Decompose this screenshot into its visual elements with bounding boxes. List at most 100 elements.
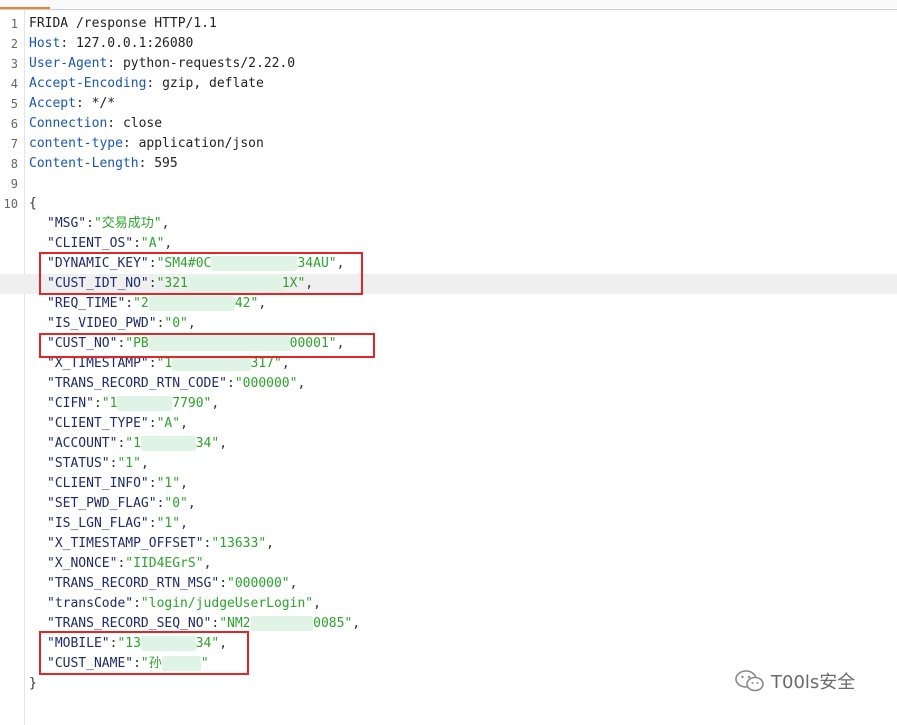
- json-value-start: "孙: [140, 656, 162, 671]
- json-line: "ACCOUNT":"1xxxxxxx34",: [47, 436, 228, 451]
- json-comma: ,: [203, 556, 212, 571]
- json-value-end: 0085": [313, 616, 353, 631]
- json-value-start: "SM4#0C: [156, 256, 212, 271]
- json-comma: ,: [258, 296, 267, 311]
- json-comma: ,: [187, 316, 196, 331]
- json-key: "CLIENT_TYPE": [47, 416, 149, 431]
- line-number: 2: [10, 37, 18, 51]
- line-number: 4: [10, 77, 18, 91]
- json-value-end: 7790": [172, 396, 212, 411]
- json-key: "CLIENT_OS": [47, 236, 134, 251]
- redacted-text: xxxxxxxxxxx: [148, 296, 235, 311]
- json-line: "IS_LGN_FLAG":"1",: [47, 516, 188, 531]
- json-comma: ,: [336, 336, 345, 351]
- json-value-start: "1: [156, 356, 173, 371]
- json-line: "IS_VIDEO_PWD":"0",: [47, 316, 196, 331]
- json-value-start: "PB: [125, 336, 149, 351]
- json-line: "DYNAMIC_KEY":"SM4#0Cxxxxxxxxxxx34AU",: [47, 256, 345, 271]
- json-key: "CUST_IDT_NO": [47, 276, 149, 291]
- redacted-text: xxxxx: [161, 656, 201, 671]
- json-value-end: 34AU": [297, 256, 337, 271]
- json-key: "ACCOUNT": [47, 436, 118, 451]
- json-key: "IS_VIDEO_PWD": [47, 316, 157, 331]
- json-comma: ,: [352, 616, 361, 631]
- json-value: "A": [140, 236, 165, 251]
- redacted-text: xxxxxxxxxxxxxxxxxx: [148, 336, 290, 351]
- watermark-text: T00ls安全: [771, 672, 856, 693]
- editor-line: 5 Accept: */*: [0, 94, 897, 114]
- json-value-end: 317": [250, 356, 282, 371]
- header-name: Connection: [29, 116, 108, 131]
- redacted-text: xxxxxxxxxxx: [211, 256, 298, 271]
- line-number: 8: [10, 157, 18, 171]
- json-comma: ,: [180, 476, 188, 491]
- redacted-text: xxxxxxx: [140, 636, 196, 651]
- watermark: T00ls安全: [735, 668, 855, 694]
- header-name: content-type: [29, 136, 123, 151]
- editor-line: 6 Connection: close: [0, 114, 897, 134]
- json-close-brace: }: [29, 676, 37, 691]
- json-line: "MSG":"交易成功",: [47, 216, 170, 231]
- json-line-current: "CUST_IDT_NO":"321xxxxxxxxxxxx1X",: [0, 274, 897, 294]
- json-comma: ,: [313, 596, 321, 611]
- editor-line: 9: [0, 174, 897, 194]
- json-value: "A": [156, 416, 181, 431]
- json-key: "X_TIMESTAMP_OFFSET": [47, 536, 204, 551]
- json-key: "MSG": [47, 216, 87, 231]
- line-number: 6: [10, 117, 18, 131]
- header-value: application/json: [138, 136, 264, 151]
- json-value: "0": [164, 316, 188, 331]
- json-value-start: "2: [133, 296, 149, 311]
- active-tab-indicator[interactable]: [0, 7, 50, 9]
- header-value: 595: [154, 156, 178, 171]
- json-key: "SET_PWD_FLAG": [47, 496, 157, 511]
- json-comma: ,: [164, 236, 173, 251]
- json-comma: ,: [281, 356, 290, 371]
- json-comma: ,: [297, 376, 306, 391]
- json-key: "X_TIMESTAMP": [47, 356, 149, 371]
- json-line: "CLIENT_INFO":"1",: [47, 476, 188, 491]
- json-comma: ,: [266, 536, 274, 551]
- editor-line: 4 Accept-Encoding: gzip, deflate: [0, 74, 897, 94]
- json-open-brace: {: [29, 196, 37, 211]
- json-key: "MOBILE": [47, 636, 110, 651]
- line-number: 5: [10, 97, 18, 111]
- json-value-start: "13: [117, 636, 141, 651]
- json-line: "SET_PWD_FLAG":"0",: [47, 496, 196, 511]
- json-line: "TRANS_RECORD_RTN_CODE":"000000",: [47, 376, 306, 391]
- json-line: "CIFN":"1xxxxxxx7790",: [47, 396, 220, 411]
- json-line: "X_TIMESTAMP":"1xxxxxxxxxx317",: [47, 356, 290, 371]
- json-comma: ,: [289, 576, 298, 591]
- redacted-text: xxxxxxx: [140, 436, 196, 451]
- json-value-start: "NM2: [219, 616, 251, 631]
- json-key: "TRANS_RECORD_RTN_MSG": [47, 576, 220, 591]
- json-comma: ,: [187, 496, 196, 511]
- request-line: FRIDA /response HTTP/1.1: [29, 16, 217, 31]
- json-value-end: ": [200, 656, 209, 671]
- header-name: User-Agent: [29, 56, 108, 71]
- json-key: "STATUS": [47, 456, 110, 471]
- response-editor[interactable]: 1 FRIDA /response HTTP/1.1 2 Host: 127.0.0…: [0, 14, 897, 694]
- editor-tab-strip: [0, 0, 897, 10]
- redacted-text: xxxxxxxx: [250, 616, 314, 631]
- json-comma: ,: [161, 216, 170, 231]
- json-value: "交易成功": [93, 216, 162, 231]
- json-value: "login/judgeUserLogin": [140, 596, 314, 611]
- json-line: "transCode":"login/judgeUserLogin",: [47, 596, 321, 611]
- wechat-icon: [735, 670, 764, 692]
- json-line: "TRANS_RECORD_SEQ_NO":"NM2xxxxxxxx0085",: [47, 616, 361, 631]
- json-key: "CLIENT_INFO": [47, 476, 149, 491]
- header-value: 127.0.0.1:26080: [75, 36, 194, 51]
- header-value: */*: [91, 96, 116, 111]
- json-key: "TRANS_RECORD_RTN_CODE": [47, 376, 228, 391]
- json-line: "TRANS_RECORD_RTN_MSG":"000000",: [47, 576, 298, 591]
- json-line: "STATUS":"1",: [47, 456, 149, 471]
- line-number: 10: [3, 197, 18, 211]
- json-value: "1": [156, 516, 181, 531]
- json-line: "MOBILE":"13xxxxxxx34",: [47, 636, 228, 651]
- line-number: 9: [10, 177, 18, 191]
- json-comma: ,: [219, 636, 228, 651]
- header-value: gzip, deflate: [162, 76, 264, 91]
- json-key: "transCode": [47, 596, 134, 611]
- json-value: "IID4EGrS": [125, 556, 204, 571]
